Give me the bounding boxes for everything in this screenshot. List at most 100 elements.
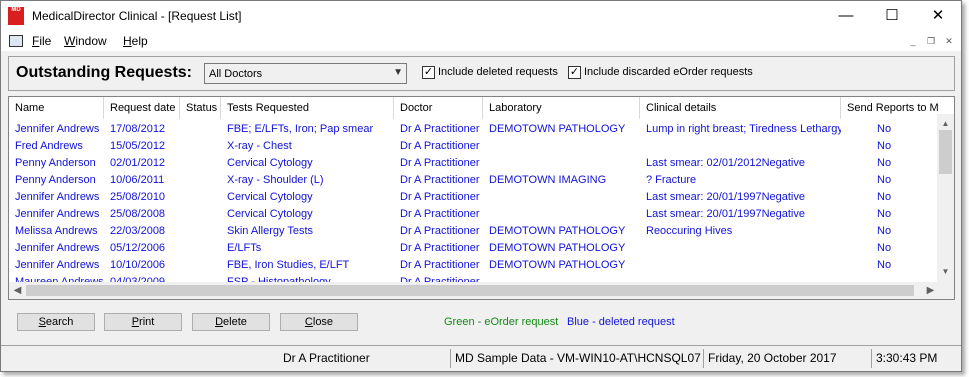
- cell-send-reports: No: [877, 225, 892, 237]
- delete-button[interactable]: Delete: [192, 313, 270, 331]
- cell-send-reports: No: [877, 242, 892, 254]
- menu-file[interactable]: File: [32, 34, 51, 48]
- cell-request-date: 10/10/2006: [110, 259, 166, 271]
- maximize-button[interactable]: ☐: [869, 1, 915, 31]
- request-list-grid[interactable]: Name Request date Status Tests Requested…: [8, 96, 955, 300]
- minimize-button[interactable]: —: [823, 1, 869, 31]
- cell-request-date: 22/03/2008: [110, 225, 166, 237]
- table-row[interactable]: Penny Anderson 02/01/2012 Cervical Cytolog…: [9, 155, 939, 172]
- cell-status: [180, 172, 221, 189]
- cell-status: [180, 155, 221, 172]
- doctor-select[interactable]: All Doctors ▼: [204, 63, 407, 84]
- vertical-scrollbar[interactable]: ▲ ▼: [937, 114, 954, 282]
- table-row[interactable]: Jennifer Andrews 10/10/2006 FBE, Iron Stud…: [9, 257, 939, 274]
- scroll-left-icon[interactable]: ◀: [9, 282, 26, 299]
- cell-laboratory: DEMOTOWN PATHOLOGY: [489, 242, 626, 254]
- cell-name: Jennifer Andrews: [15, 242, 100, 254]
- cell-send-reports: No: [877, 157, 892, 169]
- column-header-status[interactable]: Status: [180, 97, 221, 119]
- include-deleted-checkbox[interactable]: ✓: [422, 66, 435, 79]
- cell-name: Penny Anderson: [15, 157, 96, 169]
- horizontal-scroll-thumb[interactable]: [26, 285, 914, 296]
- include-discarded-label[interactable]: Include discarded eOrder requests: [584, 66, 753, 78]
- cell-tests-requested: X-ray - Chest: [227, 140, 292, 152]
- table-row[interactable]: Jennifer Andrews 17/08/2012 FBE; E/LFTs, I…: [9, 121, 939, 138]
- title-bar[interactable]: MD MedicalDirector Clinical - [Request L…: [1, 1, 961, 31]
- cell-tests-requested: FBE, Iron Studies, E/LFT: [227, 259, 350, 271]
- child-close-button[interactable]: ✕: [942, 35, 956, 48]
- menu-window[interactable]: Window: [64, 34, 107, 48]
- column-header-send-reports[interactable]: Send Reports to My: [841, 97, 939, 119]
- cell-laboratory: DEMOTOWN PATHOLOGY: [489, 225, 626, 237]
- cell-status: [180, 189, 221, 206]
- table-row[interactable]: Jennifer Andrews 25/08/2010 Cervical Cytol…: [9, 189, 939, 206]
- cell-status: [180, 206, 221, 223]
- cell-send-reports: No: [877, 174, 892, 186]
- cell-laboratory: [483, 206, 640, 223]
- menu-help[interactable]: Help: [123, 34, 148, 48]
- close-button[interactable]: Close: [280, 313, 358, 331]
- table-row[interactable]: Melissa Andrews 22/03/2008 Skin Allergy Te…: [9, 223, 939, 240]
- column-header-tests-requested[interactable]: Tests Requested: [221, 97, 394, 119]
- cell-clinical-details: [640, 257, 841, 274]
- cell-send-reports: No: [877, 140, 892, 152]
- cell-name: Jennifer Andrews: [15, 208, 100, 220]
- child-minimize-button[interactable]: _: [906, 35, 920, 48]
- cell-request-date: 25/08/2008: [110, 208, 166, 220]
- column-header-name[interactable]: Name: [9, 97, 104, 119]
- cell-clinical-details: Last smear: 02/01/2012Negative: [646, 157, 805, 169]
- column-header-doctor[interactable]: Doctor: [394, 97, 483, 119]
- table-row[interactable]: Penny Anderson 10/06/2011 X-ray - Shoulder…: [9, 172, 939, 189]
- cell-doctor: Dr A Practitioner: [400, 208, 480, 220]
- cell-clinical-details: Reoccuring Hives: [646, 225, 733, 237]
- status-database: MD Sample Data - VM-WIN10-AT\HCNSQL07: [450, 349, 703, 368]
- search-button[interactable]: Search: [17, 313, 95, 331]
- cell-tests-requested: X-ray - Shoulder (L): [227, 174, 324, 186]
- include-discarded-checkbox[interactable]: ✓: [568, 66, 581, 79]
- cell-send-reports: No: [877, 123, 892, 135]
- column-header-clinical-details[interactable]: Clinical details: [640, 97, 841, 119]
- cell-send-reports: No: [877, 208, 892, 220]
- document-window-icon[interactable]: [9, 35, 23, 47]
- cell-tests-requested: FBE; E/LFTs, Iron; Pap smear: [227, 123, 374, 135]
- doctor-select-value: All Doctors: [209, 68, 263, 80]
- legend-eorder: Green - eOrder request: [444, 316, 559, 328]
- app-icon[interactable]: MD: [8, 7, 24, 25]
- table-row[interactable]: Jennifer Andrews 05/12/2006 E/LFTs Dr A Pra…: [9, 240, 939, 257]
- status-date: Friday, 20 October 2017: [703, 349, 871, 368]
- cell-request-date: 05/12/2006: [110, 242, 166, 254]
- menu-bar: File Window Help _ ❐ ✕: [1, 31, 961, 51]
- cell-tests-requested: E/LFTs: [227, 242, 262, 254]
- cell-tests-requested: Cervical Cytology: [227, 208, 313, 220]
- cell-doctor: Dr A Practitioner: [400, 157, 480, 169]
- horizontal-scrollbar[interactable]: ◀ ▶: [9, 282, 939, 299]
- cell-send-reports: No: [877, 191, 892, 203]
- column-header-laboratory[interactable]: Laboratory: [483, 97, 640, 119]
- child-restore-button[interactable]: ❐: [924, 35, 938, 48]
- table-row[interactable]: Fred Andrews 15/05/2012 X-ray - Chest Dr A …: [9, 138, 939, 155]
- status-time: 3:30:43 PM: [871, 349, 961, 368]
- close-window-button[interactable]: ✕: [915, 1, 961, 31]
- filter-panel: Outstanding Requests: All Doctors ▼ ✓ In…: [8, 56, 955, 91]
- column-header-request-date[interactable]: Request date: [104, 97, 180, 119]
- vertical-scroll-thumb[interactable]: [939, 130, 952, 174]
- window-title: MedicalDirector Clinical - [Request List…: [32, 9, 242, 23]
- scroll-down-icon[interactable]: ▼: [937, 266, 954, 278]
- cell-request-date: 02/01/2012: [110, 157, 166, 169]
- status-user: Dr A Practitioner: [283, 351, 370, 365]
- print-button[interactable]: Print: [104, 313, 182, 331]
- cell-name: Jennifer Andrews: [15, 191, 100, 203]
- table-row[interactable]: Jennifer Andrews 25/08/2008 Cervical Cytol…: [9, 206, 939, 223]
- cell-laboratory: DEMOTOWN PATHOLOGY: [489, 123, 626, 135]
- cell-clinical-details: ? Fracture: [646, 174, 697, 186]
- cell-laboratory: DEMOTOWN PATHOLOGY: [489, 259, 626, 271]
- cell-doctor: Dr A Practitioner: [400, 174, 480, 186]
- cell-doctor: Dr A Practitioner: [400, 191, 480, 203]
- cell-laboratory: [483, 189, 640, 206]
- cell-doctor: Dr A Practitioner: [400, 123, 480, 135]
- scroll-up-icon[interactable]: ▲: [937, 118, 954, 130]
- cell-name: Jennifer Andrews: [15, 123, 100, 135]
- cell-request-date: 10/06/2011: [110, 174, 165, 186]
- cell-status: [180, 223, 221, 240]
- include-deleted-label[interactable]: Include deleted requests: [438, 66, 558, 78]
